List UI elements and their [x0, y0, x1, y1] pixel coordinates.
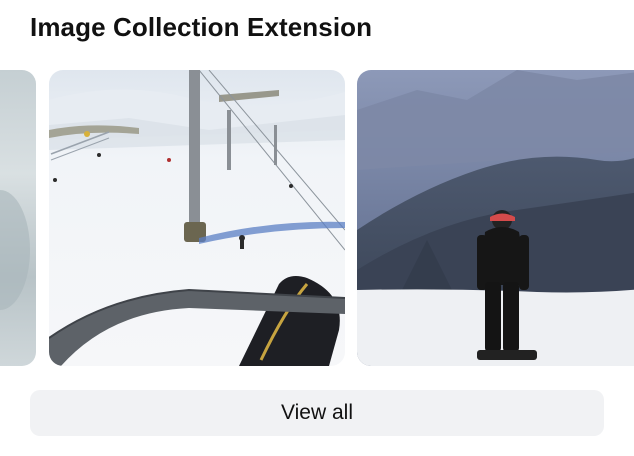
ski-lift-image[interactable] — [49, 70, 345, 366]
view-all-button[interactable]: View all — [30, 390, 604, 436]
image-collection-card: Image Collection Extension View all — [0, 0, 634, 456]
section-title: Image Collection Extension — [30, 12, 373, 42]
snowboarder-image[interactable] — [357, 70, 634, 366]
image-carousel[interactable] — [0, 70, 634, 366]
ski-lift-image-art — [49, 70, 345, 366]
partial-image-left-art — [0, 70, 36, 366]
partial-image-left[interactable] — [0, 70, 36, 366]
snowboarder-image-art — [357, 70, 634, 366]
